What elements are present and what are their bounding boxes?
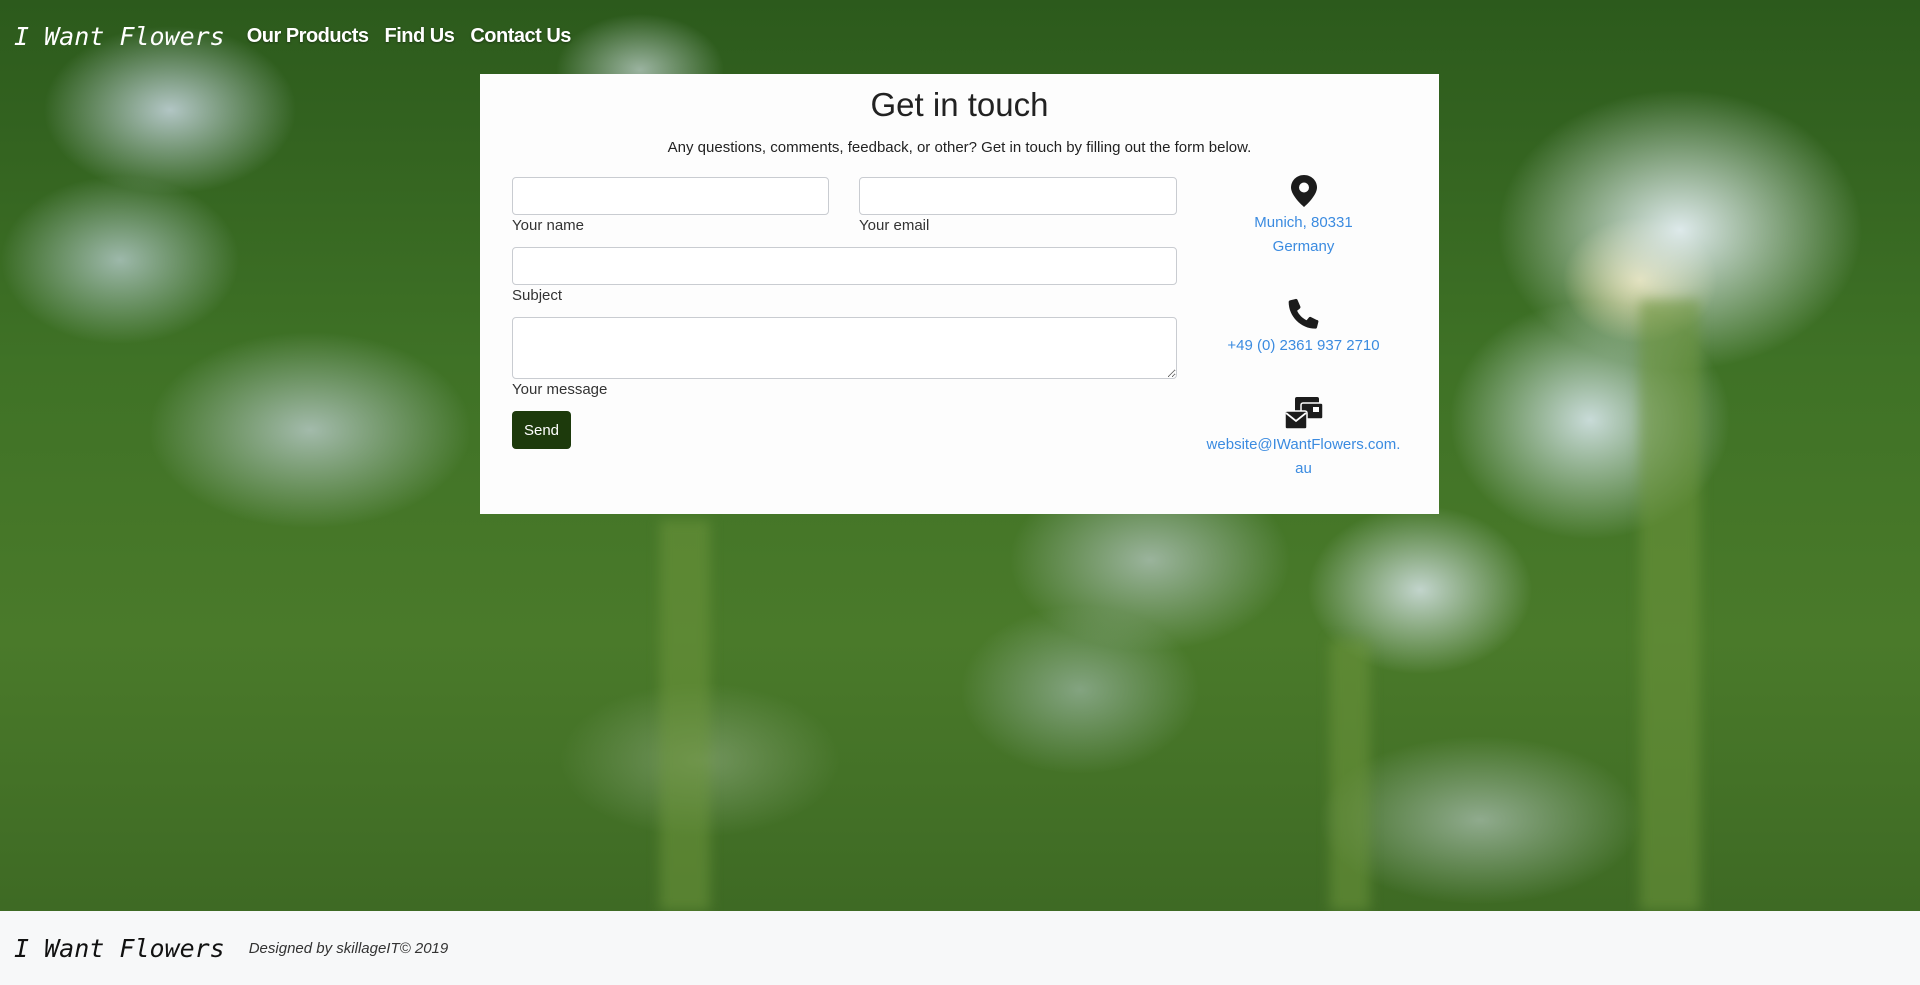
nav-link-find-us[interactable]: Find Us (385, 25, 455, 48)
phone-link[interactable]: +49 (0) 2361 937 2710 (1196, 334, 1411, 358)
top-navbar: I Want Flowers Our Products Find Us Cont… (0, 0, 1920, 72)
nav-link-our-products[interactable]: Our Products (247, 25, 369, 48)
nav-link-contact-us[interactable]: Contact Us (470, 25, 571, 48)
location-line1-link[interactable]: Munich, 80331 (1196, 211, 1411, 235)
page-title: Get in touch (870, 86, 1049, 123)
page-subtitle: Any questions, comments, feedback, or ot… (667, 139, 1252, 156)
location-line2-link[interactable]: Germany (1196, 235, 1411, 259)
subject-input[interactable] (512, 247, 1177, 285)
phone-block: +49 (0) 2361 937 2710 (1196, 298, 1411, 358)
email-link[interactable]: website@IWantFlowers.com.au (1196, 433, 1411, 481)
email-input[interactable] (859, 177, 1177, 215)
send-button[interactable]: Send (512, 411, 571, 449)
phone-icon (1288, 298, 1318, 329)
name-label: Your name (512, 217, 584, 234)
contact-card: Get in touch Any questions, comments, fe… (480, 74, 1439, 514)
subject-label: Subject (512, 287, 563, 304)
footer: I Want Flowers Designed by skillageIT© 2… (0, 911, 1920, 985)
message-label: Your message (512, 381, 608, 398)
footer-credit: Designed by skillageIT© 2019 (248, 939, 449, 957)
email-label: Your email (859, 217, 930, 234)
name-input[interactable] (512, 177, 829, 215)
location-block: Munich, 80331 Germany (1196, 175, 1411, 259)
email-block: website@IWantFlowers.com.au (1196, 397, 1411, 481)
map-marker-icon (1290, 175, 1317, 207)
mail-bulk-icon (1284, 397, 1323, 430)
message-textarea[interactable] (512, 317, 1177, 379)
brand-logo[interactable]: I Want Flowers (14, 22, 225, 51)
footer-brand: I Want Flowers (14, 933, 225, 963)
